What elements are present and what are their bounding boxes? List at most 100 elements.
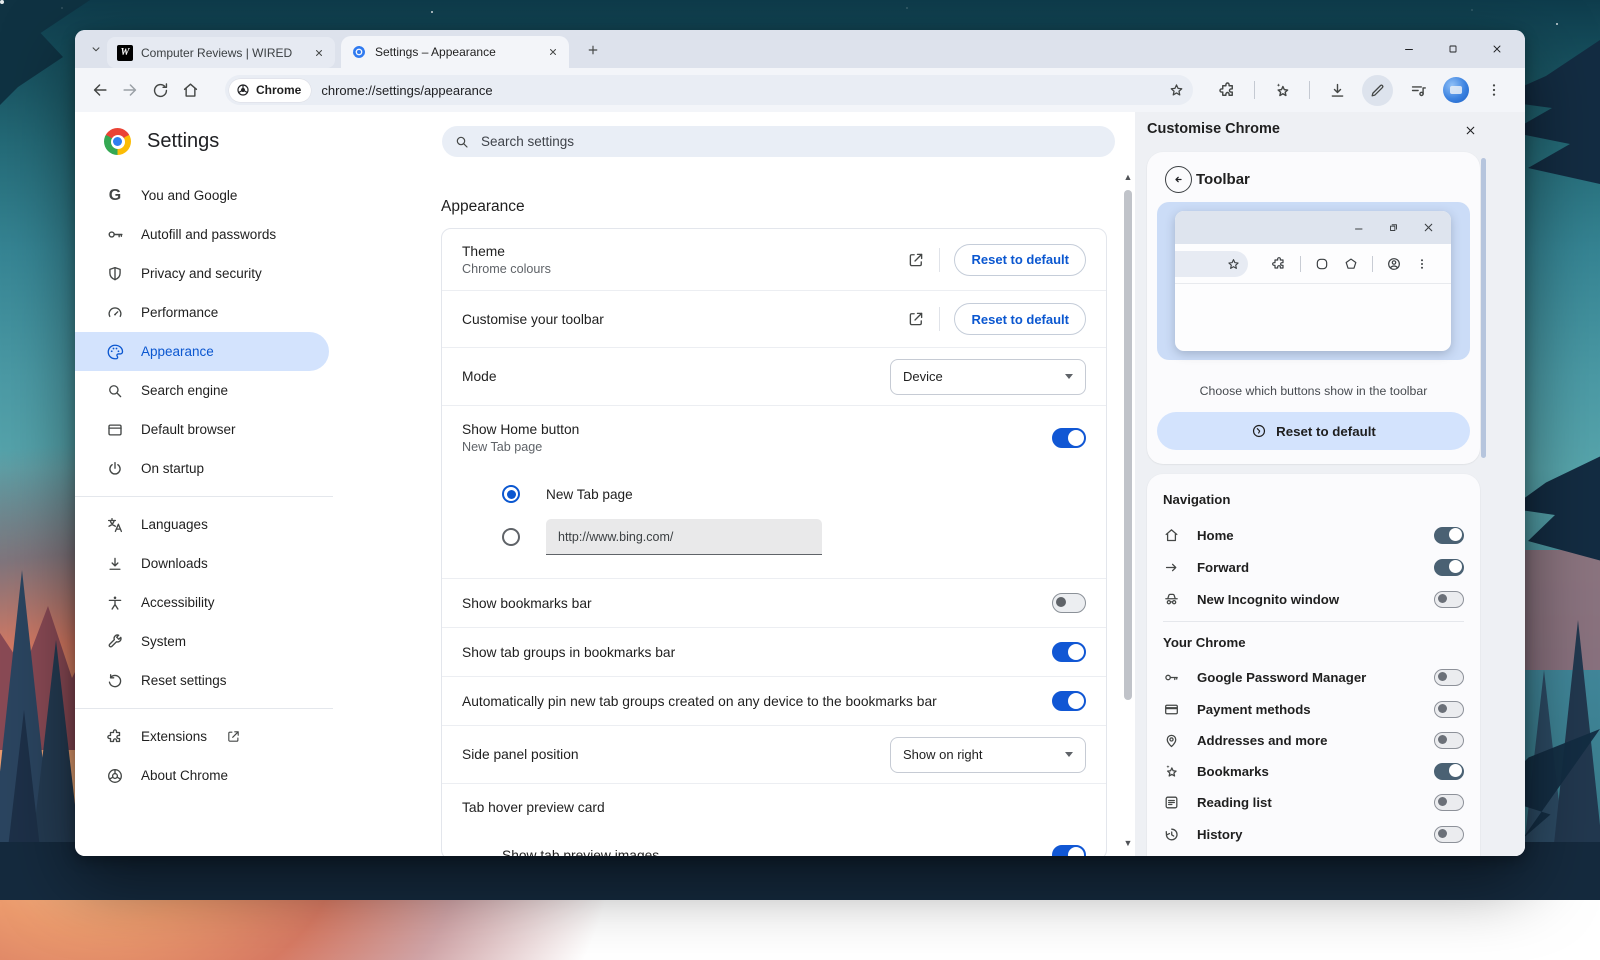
sidebar-item-about-chrome[interactable]: About Chrome [75,756,329,795]
mini-toolbar [1175,244,1451,284]
auto-pin-toggle[interactable] [1052,691,1086,711]
close-window-button[interactable] [1475,30,1519,68]
homepage-url-input[interactable] [546,519,822,555]
preview-images-toggle[interactable] [1052,845,1086,856]
search-settings-input[interactable] [479,133,1103,150]
sidebar-item-accessibility[interactable]: Accessibility [75,583,329,622]
pencil-icon [1369,82,1386,99]
row-separator [939,307,940,331]
media-controls-icon[interactable] [1403,75,1433,105]
toolbar-preview [1157,202,1470,360]
sidebar-item-appearance[interactable]: Appearance [75,332,329,371]
toolbar-reset-button[interactable]: Reset to default [954,303,1086,335]
theme-reset-button[interactable]: Reset to default [954,244,1086,276]
panel-close-icon[interactable] [1459,119,1481,141]
sidebar-item-privacy[interactable]: Privacy and security [75,254,329,293]
reload-button[interactable] [145,75,175,105]
panel-scrollbar-thumb[interactable] [1481,158,1486,458]
extensions-icon[interactable] [1212,75,1242,105]
tab-groups-toggle[interactable] [1052,642,1086,662]
sidebar-item-downloads[interactable]: Downloads [75,544,329,583]
addresses-toggle[interactable] [1434,732,1464,749]
ntp-radio[interactable] [502,485,520,503]
theme-title: Theme [462,244,895,259]
mode-select[interactable]: Device [890,359,1086,395]
bookmarks-toggle[interactable] [1434,763,1464,780]
panel-divider [1163,621,1464,622]
tab-settings-appearance[interactable]: Settings – Appearance [341,36,569,68]
reading-list-toggle[interactable] [1434,794,1464,811]
settings-main: Appearance Theme Chrome colours Reset to… [367,112,1128,856]
toolbar-caption: Choose which buttons show in the toolbar [1147,384,1480,398]
page-title: Appearance [441,198,525,216]
ntp-radio-row[interactable]: New Tab page [442,474,1106,514]
back-button[interactable] [85,75,115,105]
sidebar-item-default-browser[interactable]: Default browser [75,410,329,449]
home-button[interactable] [175,75,205,105]
search-settings[interactable] [442,126,1115,157]
sidebar-item-reset-settings[interactable]: Reset settings [75,661,329,700]
sidebar-item-on-startup[interactable]: On startup [75,449,329,488]
new-tab-button[interactable] [581,38,605,62]
kebab-menu-icon [1415,257,1429,271]
mini-browser-window [1175,211,1451,351]
settings-gear-favicon [351,44,367,60]
google-g-icon: G [105,188,125,204]
bookmarks-bar-toggle[interactable] [1052,593,1086,613]
mini-separator [1372,256,1373,272]
profile-avatar[interactable] [1443,77,1469,103]
site-chip[interactable]: Chrome [229,79,311,102]
external-link-icon [907,251,925,269]
squircle-slot-icon [1314,256,1330,272]
customise-chrome-active-button[interactable] [1362,75,1393,106]
side-panel-value: Show on right [903,747,983,762]
sidebar-item-languages[interactable]: Languages [75,505,329,544]
accessibility-icon [105,594,125,612]
star-sparkle-icon[interactable] [1267,75,1297,105]
kebab-menu-icon[interactable] [1479,75,1509,105]
tab-computer-reviews[interactable]: W Computer Reviews | WIRED [107,37,335,68]
bookmark-star-icon[interactable] [1168,82,1185,99]
downloads-icon[interactable] [1322,75,1352,105]
sidebar-item-performance[interactable]: Performance [75,293,329,332]
tab-close-icon[interactable] [545,44,561,60]
incognito-toggle[interactable] [1434,591,1464,608]
sidebar-item-extensions[interactable]: Extensions [75,717,329,756]
home-toggle[interactable] [1434,527,1464,544]
custom-url-radio[interactable] [502,528,520,546]
panel-row-addresses: Addresses and more [1147,724,1480,756]
setting-row-theme[interactable]: Theme Chrome colours Reset to default [442,229,1106,290]
panel-reset-button[interactable]: Reset to default [1157,412,1470,450]
password-manager-toggle[interactable] [1434,669,1464,686]
sidebar-item-autofill[interactable]: Autofill and passwords [75,215,329,254]
scrollbar-up-arrow[interactable]: ▲ [1123,172,1133,182]
scrollbar-down-arrow[interactable]: ▼ [1123,838,1133,848]
maximize-button[interactable] [1431,30,1475,68]
caret-down-icon [1065,374,1073,379]
toolbar-section-card: Toolbar [1147,152,1480,464]
sidebar-item-search-engine[interactable]: Search engine [75,371,329,410]
custom-url-radio-row[interactable] [442,514,1106,560]
side-panel-select[interactable]: Show on right [890,737,1086,773]
tab-search-button[interactable] [85,38,107,60]
forward-button[interactable] [115,75,145,105]
history-toggle[interactable] [1434,826,1464,843]
incognito-icon [1161,591,1181,608]
panel-row-home: Home [1147,519,1480,551]
payment-methods-toggle[interactable] [1434,701,1464,718]
tab-close-icon[interactable] [311,45,327,61]
page-scrollbar[interactable]: ▲ ▼ [1121,112,1135,856]
tab-title: Computer Reviews | WIRED [141,46,303,60]
ntp-radio-label: New Tab page [546,487,633,502]
back-button[interactable] [1165,166,1192,193]
scrollbar-thumb[interactable] [1124,190,1132,700]
sidebar-item-system[interactable]: System [75,622,329,661]
minimize-button[interactable] [1387,30,1431,68]
search-icon [105,382,125,400]
setting-row-customise-toolbar[interactable]: Customise your toolbar Reset to default [442,291,1106,347]
show-home-toggle[interactable] [1052,428,1086,448]
panel-row-incognito: New Incognito window [1147,583,1480,615]
sidebar-item-you-and-google[interactable]: G You and Google [75,176,329,215]
forward-toggle[interactable] [1434,559,1464,576]
omnibox[interactable]: Chrome chrome://settings/appearance [225,75,1193,105]
